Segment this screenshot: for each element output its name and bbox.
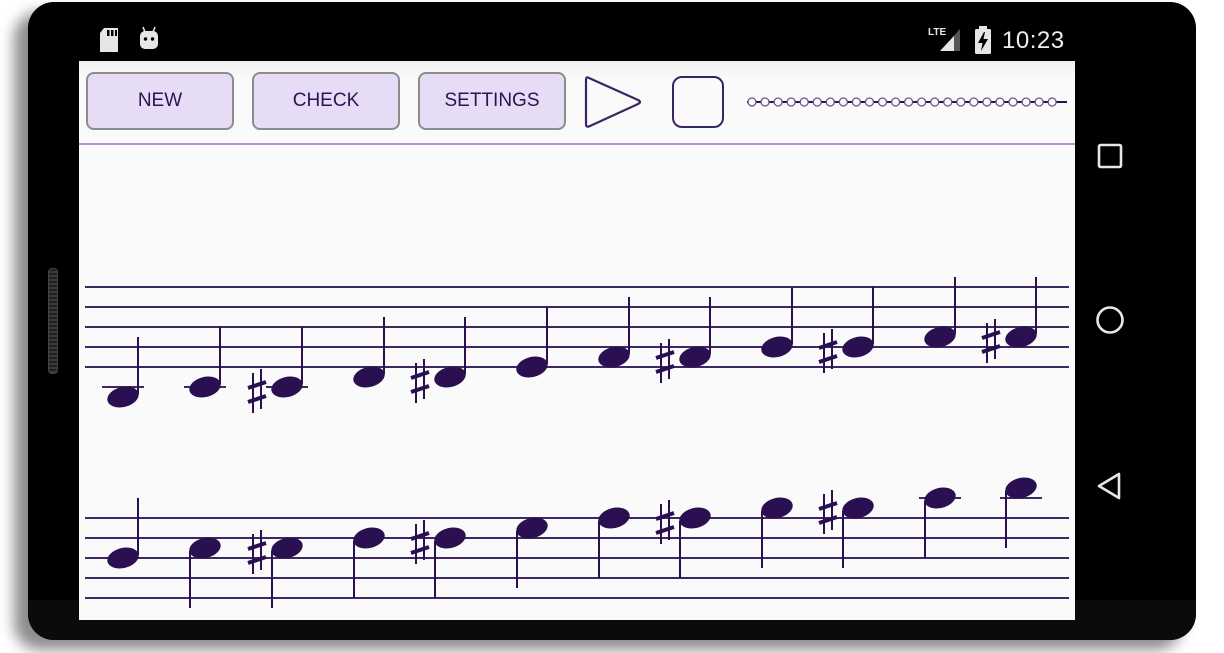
progress-dot — [930, 97, 940, 107]
sharp-sign — [410, 359, 430, 403]
sharp-sign — [818, 490, 838, 534]
progress-dot — [916, 97, 927, 107]
sd-card-icon — [100, 28, 118, 52]
sharp-sign — [247, 530, 267, 574]
note-head — [353, 527, 385, 549]
note — [818, 287, 874, 373]
android-debug-icon — [140, 26, 158, 49]
progress-track — [747, 97, 1067, 107]
progress-dot — [1034, 97, 1044, 107]
back-icon[interactable] — [1094, 470, 1126, 502]
sharp-sign — [247, 369, 267, 413]
progress-dot — [969, 97, 979, 107]
progress-dot — [890, 97, 901, 107]
note-head — [189, 376, 221, 398]
lte-label: LTE — [928, 27, 946, 38]
progress-dot — [864, 97, 875, 107]
note — [924, 277, 956, 348]
note-head — [679, 507, 711, 529]
progress-dot — [956, 97, 966, 107]
progress-dot — [1047, 97, 1057, 107]
progress-dot — [943, 97, 953, 107]
note — [516, 517, 548, 588]
staff-2 — [85, 477, 1069, 608]
progress-dot — [1021, 97, 1031, 107]
progress-dot — [995, 97, 1005, 107]
check-button[interactable]: CHECK — [252, 72, 400, 130]
note-head — [271, 376, 303, 398]
note — [761, 287, 793, 358]
note — [1000, 477, 1042, 548]
home-icon[interactable] — [1094, 304, 1126, 336]
settings-button[interactable]: SETTINGS — [418, 72, 566, 130]
progress-dot — [903, 97, 914, 107]
note — [102, 337, 144, 408]
progress-dot — [773, 97, 783, 107]
new-button[interactable]: NEW — [86, 72, 234, 130]
note — [107, 498, 139, 569]
progress-dot — [812, 97, 822, 107]
note — [981, 277, 1037, 363]
music-staff-area — [85, 277, 1069, 608]
progress-dot — [877, 97, 888, 107]
note-head — [598, 507, 630, 529]
progress-dot — [982, 97, 992, 107]
progress-dot — [838, 97, 848, 107]
note — [919, 487, 961, 558]
play-button[interactable] — [583, 73, 645, 131]
status-bar: LTE 10:23 — [80, 22, 1076, 60]
progress-dot — [786, 97, 796, 107]
stop-button[interactable] — [672, 76, 724, 128]
note-head — [842, 336, 874, 358]
note — [516, 307, 548, 378]
note — [353, 527, 385, 598]
note — [598, 507, 630, 578]
note-head — [107, 547, 139, 569]
staff-1 — [85, 277, 1069, 413]
note — [353, 317, 385, 388]
note-head — [516, 356, 548, 378]
note — [247, 327, 308, 413]
note-head — [434, 527, 466, 549]
speaker-grill — [48, 268, 58, 374]
note — [189, 537, 221, 608]
toolbar: NEW CHECK SETTINGS — [79, 61, 1075, 143]
sharp-sign — [981, 319, 1001, 363]
play-icon — [584, 76, 642, 128]
note — [247, 530, 303, 608]
note — [598, 297, 630, 368]
progress-dot — [799, 97, 809, 107]
note — [184, 327, 226, 398]
progress-dot — [760, 97, 770, 107]
app-screen: NEW CHECK SETTINGS — [79, 61, 1075, 620]
note-head — [761, 336, 793, 358]
progress-dot — [825, 97, 835, 107]
lte-signal-icon: LTE — [928, 27, 960, 51]
clock: 10:23 — [1002, 27, 1065, 54]
note-head — [924, 487, 956, 509]
progress-dot — [747, 97, 757, 107]
note — [761, 497, 793, 568]
recents-icon[interactable] — [1094, 140, 1126, 172]
navigation-bar — [1080, 120, 1140, 520]
note — [655, 297, 711, 383]
progress-dot — [851, 97, 862, 107]
progress-dot — [1008, 97, 1018, 107]
note — [410, 317, 466, 403]
battery-charging-icon — [975, 26, 991, 54]
sharp-sign — [655, 339, 675, 383]
note — [818, 490, 874, 568]
